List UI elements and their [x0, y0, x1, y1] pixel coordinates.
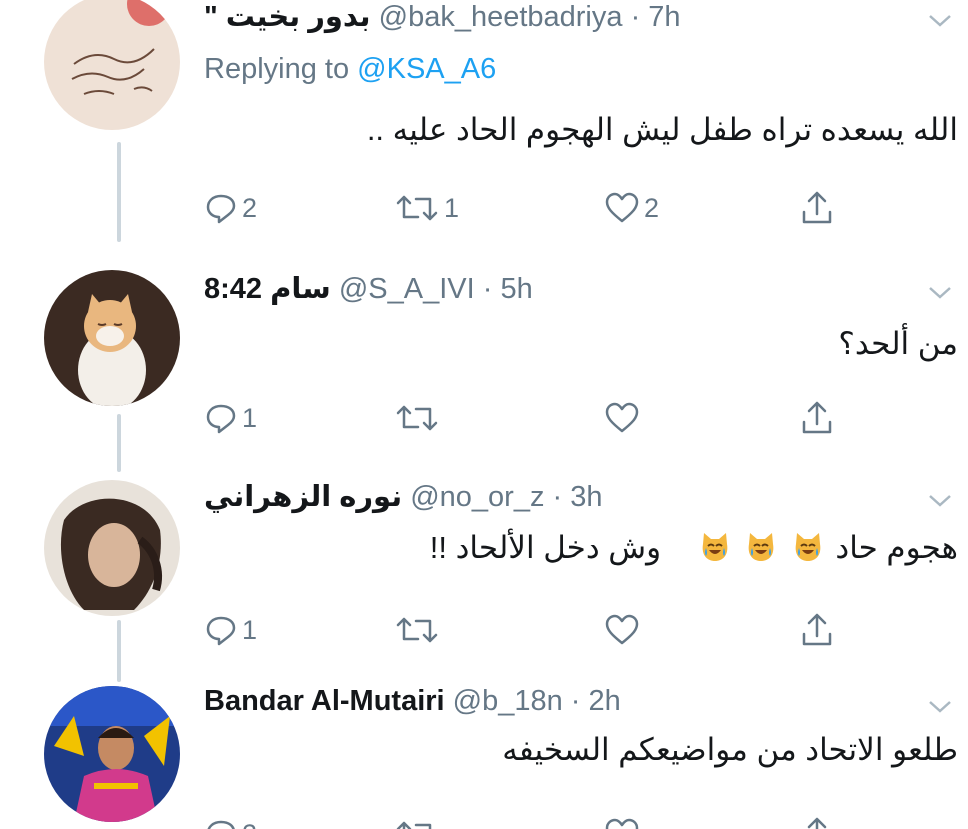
tweet-header: نوره الزهراني @no_or_z · 3h [204, 480, 608, 514]
replying-to: Replying to @KSA_A6 [204, 52, 496, 86]
replying-mention-link[interactable]: @KSA_A6 [357, 53, 496, 85]
retweet-icon [396, 195, 438, 221]
share-button[interactable] [800, 398, 834, 438]
share-button[interactable] [800, 610, 834, 650]
user-avatar[interactable] [44, 686, 180, 822]
retweet-button[interactable]: 1 [394, 188, 459, 228]
tweet[interactable]: Bandar Al-Mutairi @b_18n · 2h طلعو الاتح… [0, 680, 968, 829]
display-name[interactable]: Bandar Al-Mutairi [204, 685, 445, 717]
chevron-down-icon[interactable] [926, 490, 954, 510]
tweet-header: سام 8:42 @S_A_IVI · 5h [204, 272, 539, 306]
retweet-button[interactable] [394, 610, 440, 650]
tweet-actions: 2 [204, 814, 844, 829]
display-name[interactable]: بدور بخيت " [204, 1, 371, 33]
retweet-count: 1 [444, 192, 460, 223]
tweet-actions: 1 [204, 398, 844, 438]
user-avatar[interactable] [44, 480, 180, 616]
crying-cat-emoji-icon [795, 533, 821, 561]
tweet-text: هجوم حاد 😹😹😹 وش دخل الألحاد !! [430, 528, 958, 568]
reply-button[interactable]: 2 [204, 188, 257, 228]
display-name[interactable]: سام 8:42 [204, 273, 331, 305]
tweet-header: بدور بخيت " @bak_heetbadriya · 7h [204, 0, 687, 34]
tweet-text: الله يسعده تراه طفل ليش الهجوم الحاد علي… [366, 112, 958, 147]
like-button[interactable] [604, 398, 640, 438]
tweet-text: من ألحد؟ [838, 326, 958, 361]
tweet[interactable]: بدور بخيت " @bak_heetbadriya · 7h Replyi… [0, 0, 968, 250]
share-icon [802, 613, 832, 646]
reply-icon [206, 404, 236, 434]
heart-icon [605, 614, 639, 645]
reply-button[interactable]: 2 [204, 814, 257, 829]
player-avatar-icon [44, 686, 180, 822]
cat-avatar-icon [44, 270, 180, 406]
replying-label: Replying to [204, 53, 350, 85]
reply-icon [206, 616, 236, 646]
heart-icon [605, 818, 639, 829]
chevron-down-icon[interactable] [926, 10, 954, 30]
like-button[interactable] [604, 610, 640, 650]
handle-time: @no_or_z · 3h [410, 481, 603, 513]
user-avatar[interactable] [44, 270, 180, 406]
retweet-button[interactable] [394, 398, 440, 438]
display-name[interactable]: نوره الزهراني [204, 481, 402, 513]
share-icon [802, 191, 832, 224]
share-button[interactable] [800, 814, 834, 829]
reply-count: 2 [242, 819, 257, 829]
tweet-header: Bandar Al-Mutairi @b_18n · 2h [204, 684, 627, 718]
handle-time: @bak_heetbadriya · 7h [378, 1, 681, 33]
retweet-icon [396, 617, 438, 643]
like-count: 2 [644, 192, 660, 223]
tweet-text: طلعو الاتحاد من مواضيعكم السخيفه [502, 732, 958, 767]
tweet-actions: 1 [204, 610, 844, 650]
crying-cat-emoji-icon [702, 533, 727, 561]
handwriting-avatar-icon [44, 0, 180, 130]
reply-button[interactable]: 1 [204, 398, 257, 438]
share-button[interactable] [800, 188, 834, 228]
reply-count: 2 [242, 192, 258, 223]
tweet[interactable]: نوره الزهراني @no_or_z · 3h هجوم حاد 😹😹😹 [0, 470, 968, 680]
chevron-down-icon[interactable] [926, 696, 954, 716]
person-avatar-icon [44, 480, 180, 616]
like-button[interactable] [604, 814, 640, 829]
handle-time: @b_18n · 2h [452, 685, 621, 717]
retweet-icon [396, 821, 432, 829]
reply-button[interactable]: 1 [204, 610, 257, 650]
reply-count: 1 [242, 614, 258, 645]
heart-icon [605, 192, 639, 223]
tweet-text-part: هجوم حاد [835, 530, 958, 565]
reply-count: 1 [242, 402, 258, 433]
reply-icon [206, 194, 236, 224]
tweet[interactable]: سام 8:42 @S_A_IVI · 5h من ألحد؟ 1 [0, 258, 968, 468]
heart-icon [605, 402, 639, 433]
user-avatar[interactable] [44, 0, 180, 130]
reply-icon [207, 820, 235, 829]
retweet-icon [396, 405, 438, 431]
share-icon [802, 401, 832, 434]
share-icon [807, 817, 827, 829]
handle-time: @S_A_IVI · 5h [338, 273, 533, 305]
tweet-actions: 2 1 2 [204, 188, 844, 228]
chevron-down-icon[interactable] [926, 282, 954, 302]
retweet-button[interactable] [394, 814, 440, 829]
like-button[interactable]: 2 [604, 188, 659, 228]
tweet-text-part: وش دخل الألحاد !! [429, 530, 662, 565]
crying-cat-emoji-icon [748, 533, 774, 561]
